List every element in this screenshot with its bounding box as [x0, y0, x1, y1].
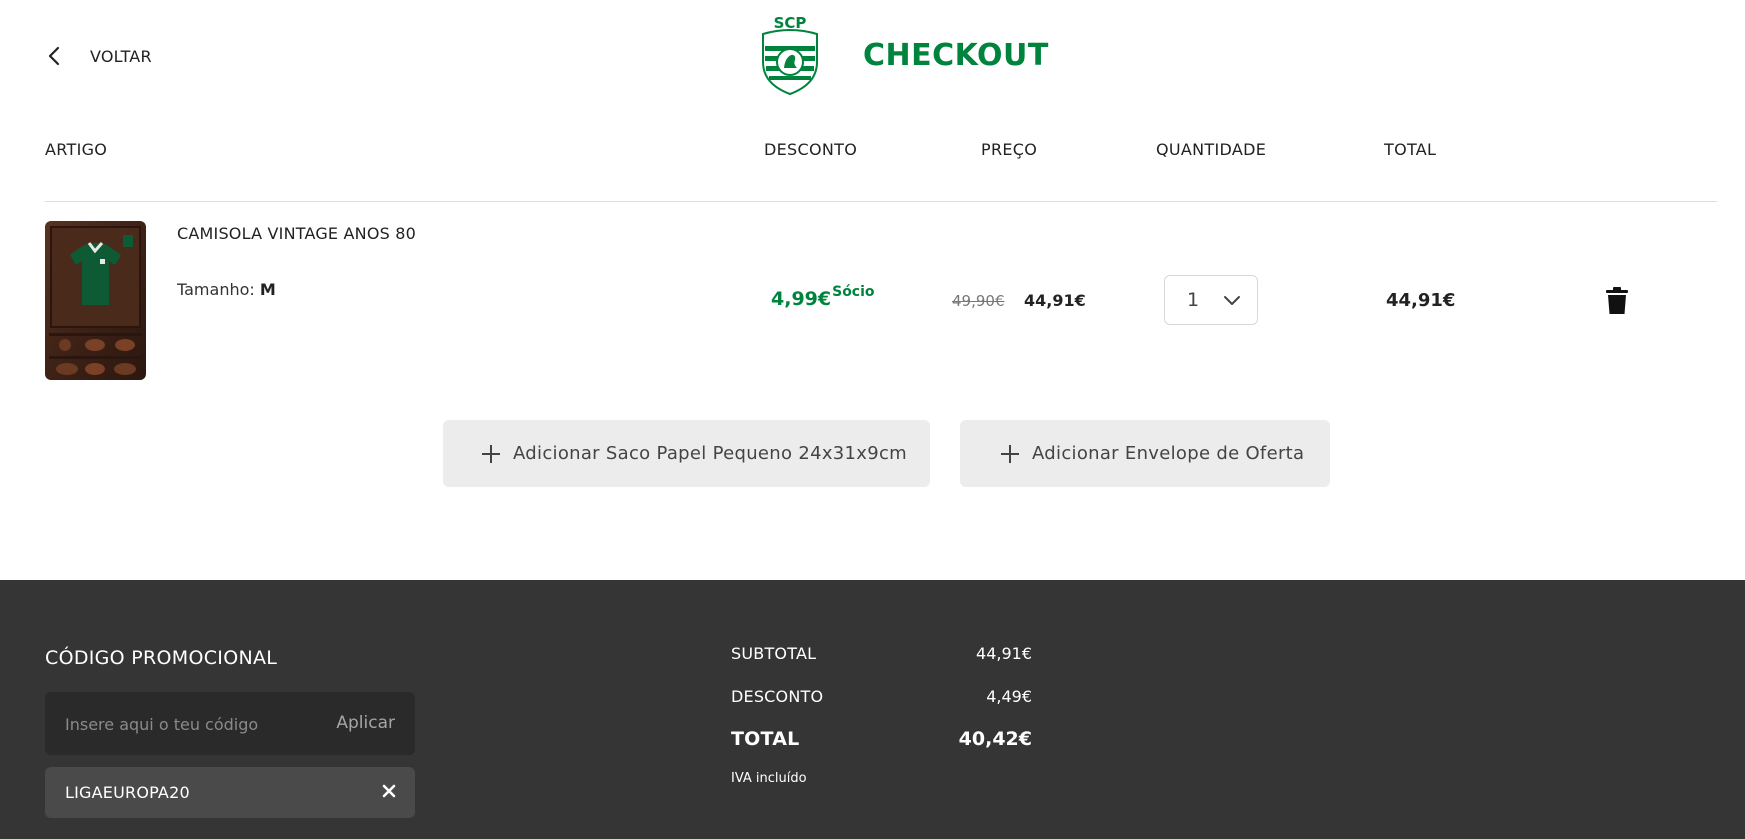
chevron-left-icon — [44, 44, 64, 68]
apply-promo-button[interactable]: Aplicar — [336, 713, 395, 733]
total-label: TOTAL — [731, 728, 800, 750]
discount-amount: 4,99€ — [771, 288, 832, 310]
add-gift-envelope-label: Adicionar Envelope de Oferta — [1032, 443, 1305, 464]
size-label: Tamanho: — [177, 280, 255, 299]
column-header-quantidade: QUANTIDADE — [1156, 140, 1267, 159]
header-divider — [45, 201, 1717, 202]
applied-coupon-code: LIGAEUROPA20 — [65, 783, 190, 802]
back-label: VOLTAR — [90, 46, 152, 66]
column-header-desconto: DESCONTO — [764, 140, 858, 159]
add-paper-bag-button[interactable]: Adicionar Saco Papel Pequeno 24x31x9cm — [443, 420, 930, 487]
applied-coupon: LIGAEUROPA20 — [45, 767, 415, 818]
product-name[interactable]: CAMISOLA VINTAGE ANOS 80 — [177, 224, 416, 243]
quantity-select[interactable]: 1 — [1164, 275, 1258, 325]
subtotal-value: 44,91€ — [976, 644, 1032, 663]
current-price: 44,91€ — [1024, 291, 1086, 310]
total-value: 40,42€ — [958, 728, 1032, 750]
product-image[interactable] — [45, 221, 146, 380]
product-size: Tamanho: M — [177, 280, 276, 299]
size-value: M — [259, 280, 276, 299]
chevron-down-icon — [1223, 292, 1241, 311]
plus-icon — [1000, 444, 1020, 464]
back-button[interactable]: VOLTAR — [44, 44, 152, 68]
close-icon[interactable] — [379, 781, 399, 801]
discount-label: DESCONTO — [731, 687, 824, 706]
add-paper-bag-label: Adicionar Saco Papel Pequeno 24x31x9cm — [513, 443, 908, 464]
promo-code-box: Aplicar — [45, 692, 415, 755]
page-title: CHECKOUT — [863, 38, 1049, 73]
plus-icon — [481, 444, 501, 464]
sporting-logo[interactable]: SCP — [757, 12, 823, 98]
subtotal-label: SUBTOTAL — [731, 644, 817, 663]
promo-code-input[interactable] — [65, 711, 305, 737]
column-header-preco: PREÇO — [981, 140, 1038, 159]
column-header-total: TOTAL — [1384, 140, 1437, 159]
original-price: 49,90€ — [952, 292, 1005, 310]
quantity-value: 1 — [1187, 289, 1200, 311]
tax-note: IVA incluído — [731, 771, 807, 786]
add-gift-envelope-button[interactable]: Adicionar Envelope de Oferta — [960, 420, 1330, 487]
discount-value: 4,99€Sócio — [771, 284, 875, 310]
checkout-footer: CÓDIGO PROMOCIONAL Aplicar LIGAEUROPA20 … — [0, 580, 1745, 839]
promo-title: CÓDIGO PROMOCIONAL — [45, 647, 278, 669]
trash-icon[interactable] — [1605, 287, 1629, 315]
column-header-artigo: ARTIGO — [45, 140, 108, 159]
discount-tag: Sócio — [832, 284, 875, 300]
discount-total-value: 4,49€ — [986, 687, 1032, 706]
row-total: 44,91€ — [1386, 290, 1456, 311]
